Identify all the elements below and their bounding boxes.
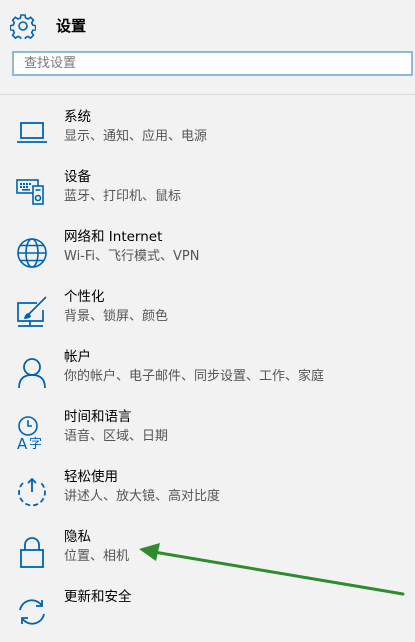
update-icon bbox=[14, 594, 50, 630]
item-name: 时间和语言 bbox=[64, 409, 132, 425]
settings-item-system[interactable]: 系统 显示、通知、应用、电源 bbox=[0, 102, 415, 162]
item-name: 个性化 bbox=[64, 289, 105, 305]
item-description: Wi-Fi、飞行模式、VPN bbox=[64, 249, 200, 264]
item-description: 显示、通知、应用、电源 bbox=[64, 129, 208, 144]
item-name: 系统 bbox=[64, 109, 91, 125]
item-description: 背景、锁屏、颜色 bbox=[64, 309, 169, 324]
item-name: 设备 bbox=[64, 169, 91, 185]
settings-item-devices[interactable]: 设备 蓝牙、打印机、鼠标 bbox=[0, 162, 415, 222]
globe-icon bbox=[14, 234, 50, 270]
lock-icon bbox=[14, 534, 50, 570]
settings-item-update-security[interactable]: 更新和安全 bbox=[0, 582, 415, 642]
paint-icon bbox=[14, 294, 50, 330]
settings-item-personalization[interactable]: 个性化 背景、锁屏、颜色 bbox=[0, 282, 415, 342]
item-name: 隐私 bbox=[64, 529, 91, 545]
item-name: 帐户 bbox=[64, 349, 91, 365]
item-name: 更新和安全 bbox=[64, 589, 132, 605]
search-box[interactable] bbox=[12, 51, 413, 76]
item-description: 位置、相机 bbox=[64, 549, 130, 564]
svg-text:字: 字 bbox=[29, 437, 42, 450]
item-name: 网络和 Internet bbox=[64, 229, 163, 245]
devices-icon bbox=[14, 174, 50, 210]
item-description: 语音、区域、日期 bbox=[64, 429, 169, 444]
settings-item-privacy[interactable]: 隐私 位置、相机 bbox=[0, 522, 415, 582]
svg-text:A: A bbox=[17, 435, 28, 450]
settings-item-time-language[interactable]: A 字 时间和语言 语音、区域、日期 bbox=[0, 402, 415, 462]
ease-of-access-icon bbox=[14, 474, 50, 510]
item-name: 轻松使用 bbox=[64, 469, 118, 485]
gear-icon bbox=[9, 13, 37, 42]
item-description: 你的帐户、电子邮件、同步设置、工作、家庭 bbox=[64, 369, 325, 384]
item-description: 讲述人、放大镜、高对比度 bbox=[64, 489, 221, 504]
settings-item-ease-of-access[interactable]: 轻松使用 讲述人、放大镜、高对比度 bbox=[0, 462, 415, 522]
settings-item-network[interactable]: 网络和 Internet Wi-Fi、飞行模式、VPN bbox=[0, 222, 415, 282]
settings-item-accounts[interactable]: 帐户 你的帐户、电子邮件、同步设置、工作、家庭 bbox=[0, 342, 415, 402]
page-title: 设置 bbox=[56, 17, 87, 35]
search-input[interactable] bbox=[14, 53, 411, 74]
time-language-icon: A 字 bbox=[14, 414, 50, 450]
settings-header: 设置 bbox=[0, 0, 415, 48]
person-icon bbox=[14, 354, 50, 390]
divider bbox=[0, 94, 415, 95]
item-description: 蓝牙、打印机、鼠标 bbox=[64, 189, 182, 204]
laptop-icon bbox=[14, 114, 50, 150]
